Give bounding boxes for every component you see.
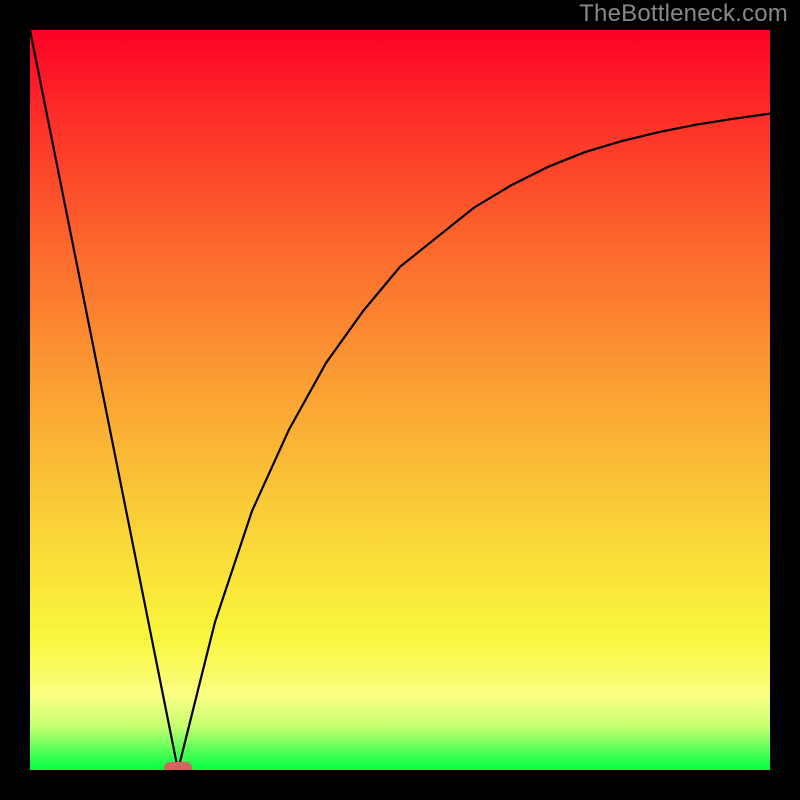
bottleneck-marker [164,762,192,770]
bottleneck-curve-path [30,30,770,770]
plot-area [30,30,770,770]
attribution-text: TheBottleneck.com [579,0,788,28]
bottleneck-curve-svg [30,30,770,770]
chart-container: TheBottleneck.com [0,0,800,800]
